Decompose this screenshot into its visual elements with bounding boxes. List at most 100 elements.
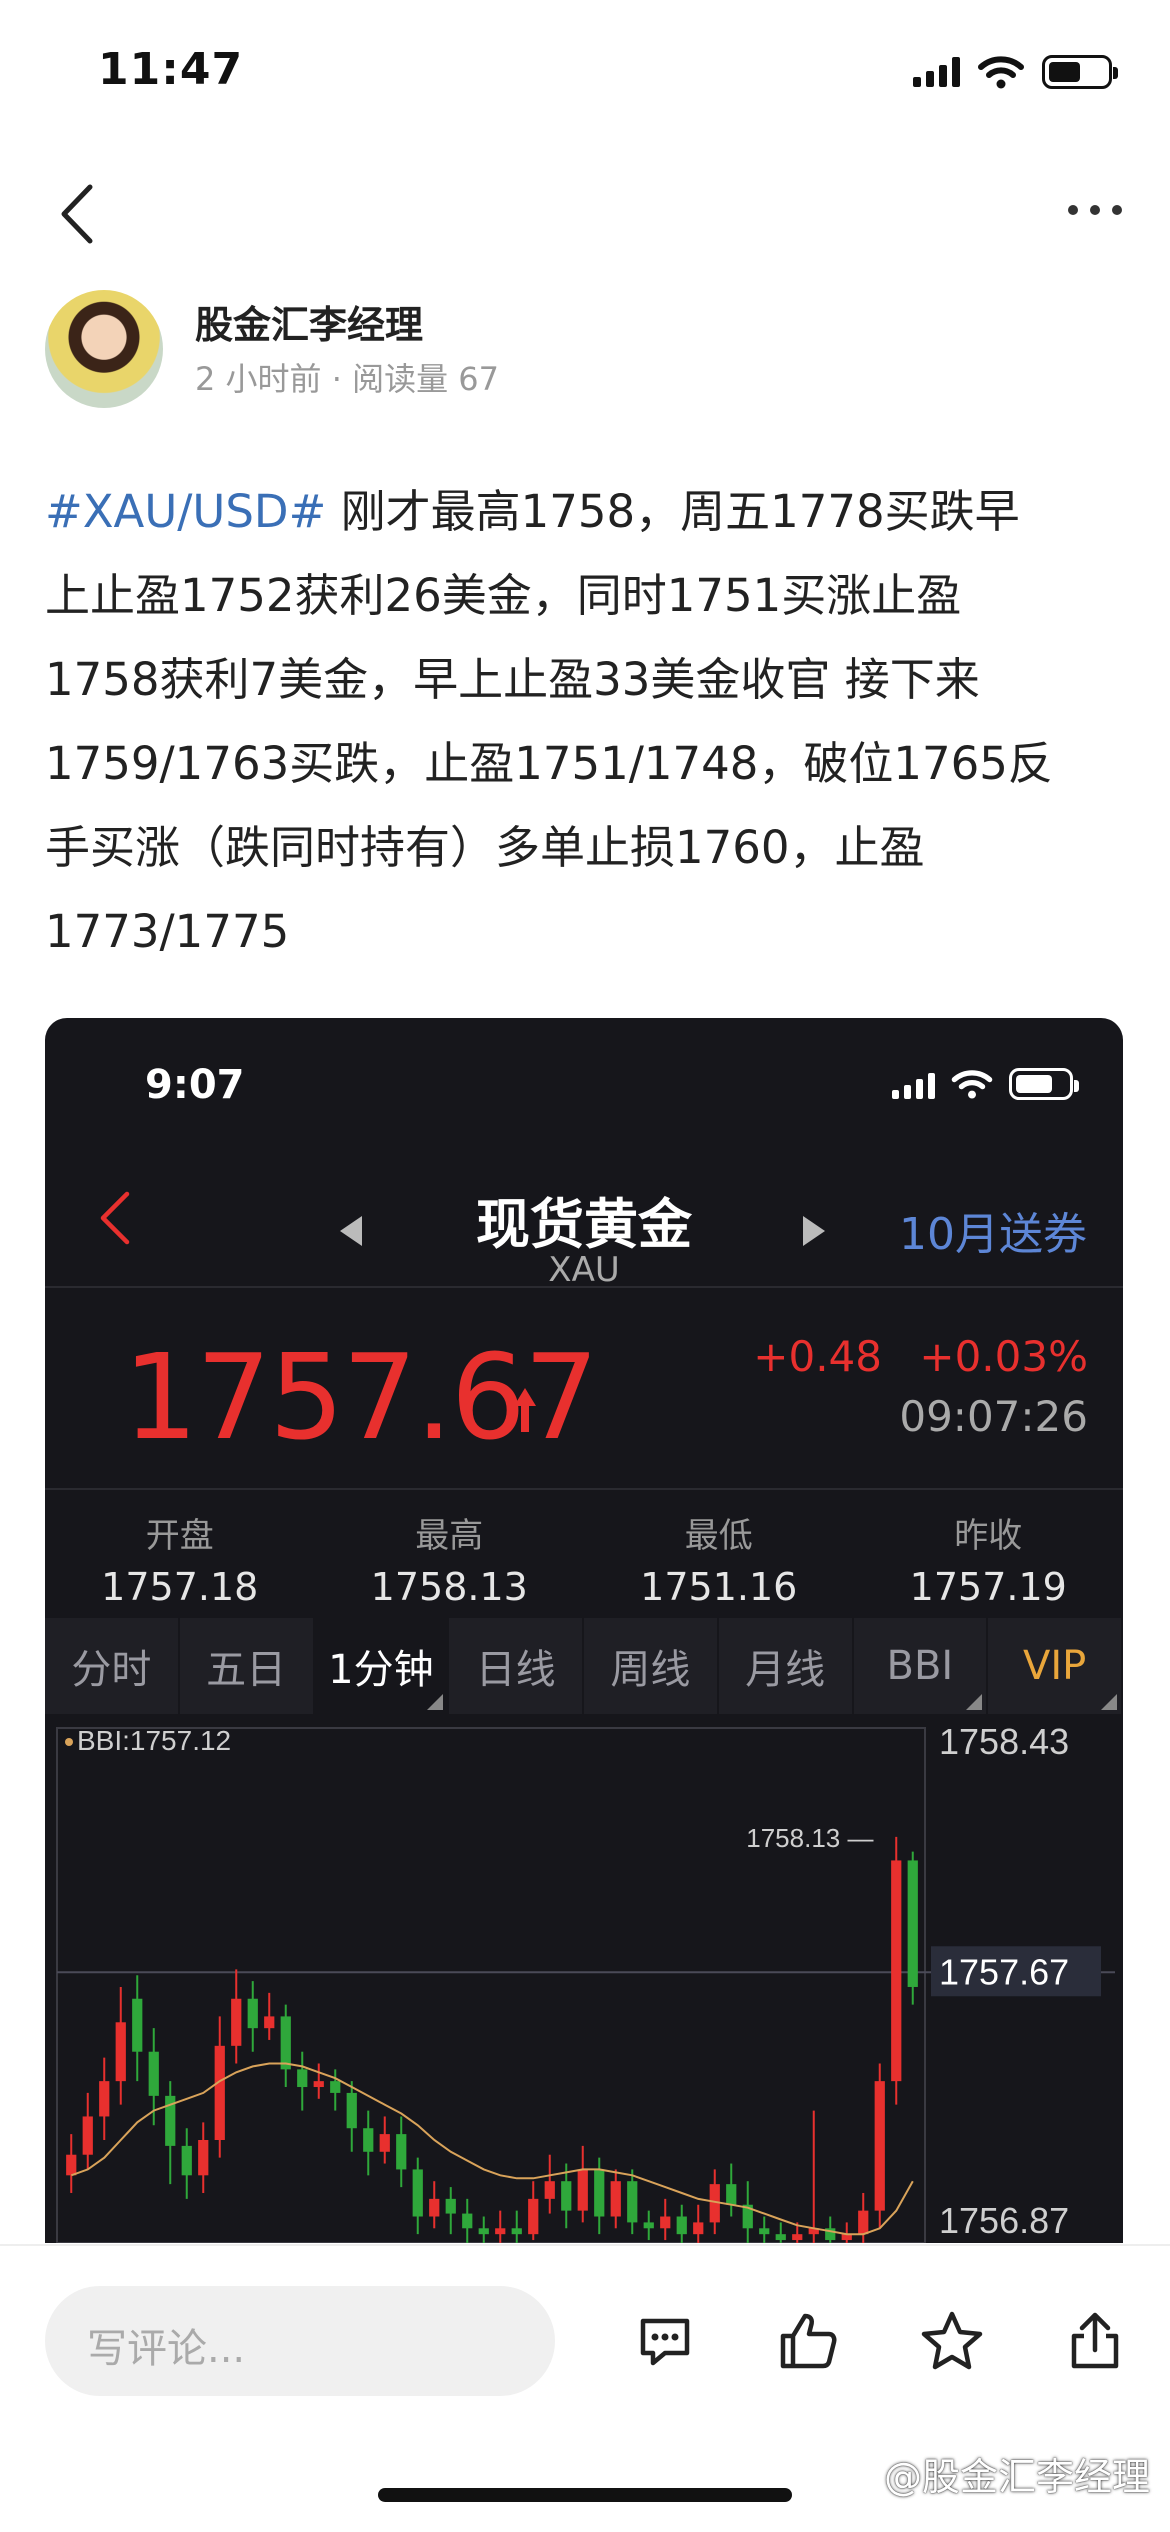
status-time: 11:47: [98, 44, 244, 95]
change-value: +0.48: [753, 1332, 883, 1381]
read-count: 67: [458, 360, 499, 398]
quote-time: 09:07:26: [899, 1392, 1088, 1441]
candle-body: [280, 2016, 291, 2070]
dropdown-corner-icon: [1101, 1694, 1117, 1710]
bbi-line: [70, 2062, 914, 2236]
tab-monthly[interactable]: 月线: [719, 1618, 854, 1714]
candle-body: [874, 2081, 885, 2211]
status-bar: 11:47: [0, 0, 1170, 150]
stat-label: 最低: [684, 1516, 753, 1556]
bottom-bar: 写评论... @股金汇李经理: [0, 2244, 1170, 2532]
candle-body: [379, 2134, 390, 2152]
candle-body: [577, 2169, 588, 2211]
stat-value: 1757.19: [909, 1565, 1067, 1609]
screenshot-time: 9:07: [145, 1062, 245, 1108]
price-panel: 1757.67 +0.48 +0.03% 09:07:26: [45, 1290, 1123, 1490]
next-symbol-icon[interactable]: [803, 1216, 825, 1246]
author-header: 股金汇李经理 2 小时前 · 阅读量 67: [45, 290, 1125, 415]
candle-body: [775, 2234, 786, 2241]
candle-body: [858, 2210, 869, 2235]
tab-1min[interactable]: 1分钟: [314, 1618, 450, 1714]
tab-five-day[interactable]: 五日: [180, 1618, 315, 1714]
promo-link[interactable]: 10月送券: [899, 1198, 1087, 1262]
candle-body: [297, 2069, 308, 2088]
tab-intraday[interactable]: 分时: [45, 1618, 180, 1714]
stat-high: 最高 1758.13: [315, 1492, 585, 1617]
chart-tabs: 分时 五日 1分钟 日线 周线 月线 BBI VIP: [45, 1618, 1123, 1714]
more-icon[interactable]: [1068, 205, 1122, 215]
candle-body: [82, 2116, 93, 2155]
battery-icon: [1009, 1068, 1079, 1100]
stat-value: 1757.18: [101, 1565, 259, 1609]
high-price-label: 1758.13 —: [746, 1823, 873, 1853]
candle-body: [561, 2181, 572, 2211]
stat-value: 1758.13: [370, 1565, 528, 1609]
tab-daily[interactable]: 日线: [449, 1618, 584, 1714]
stat-low: 最低 1751.16: [584, 1492, 854, 1617]
candle-body: [676, 2216, 687, 2235]
embedded-screenshot[interactable]: 9:07 现货黄金 XAU 10月送券 1757.67 +0.48 +0.03%…: [45, 1018, 1123, 2243]
tab-vip[interactable]: VIP: [988, 1618, 1123, 1714]
candle-body: [247, 1998, 258, 2029]
wifi-icon: [978, 56, 1024, 89]
comment-input[interactable]: 写评论...: [45, 2286, 555, 2396]
post-line: 1759/1763买跌，止盈1751/1748，破位1765反: [45, 737, 1053, 790]
candle-body: [594, 2169, 605, 2217]
stat-label: 开盘: [145, 1516, 214, 1556]
candle-body: [264, 2016, 275, 2029]
post-line: 1773/1775: [45, 905, 290, 958]
y-tick-label: 1756.87: [939, 2200, 1069, 2241]
stat-label: 最高: [415, 1516, 484, 1556]
candle-body: [445, 2198, 456, 2214]
post-time: 2 小时前: [195, 360, 322, 398]
hashtag-link[interactable]: #XAU/USD#: [45, 485, 326, 538]
favorite-icon[interactable]: [907, 2296, 997, 2386]
y-tick-label: 1758.43: [939, 1721, 1069, 1762]
candle-body: [544, 2181, 555, 2199]
candle-body: [99, 2081, 110, 2117]
candle-body: [346, 2092, 357, 2129]
candle-body: [891, 1860, 902, 2082]
tab-weekly[interactable]: 周线: [584, 1618, 719, 1714]
candle-body: [214, 2045, 225, 2140]
candle-body: [511, 2228, 522, 2235]
bbi-legend-label: BBI:1757.12: [77, 1725, 231, 1756]
candle-body: [148, 2051, 159, 2096]
top-nav: [0, 165, 1170, 265]
avatar[interactable]: [45, 290, 163, 408]
candle-body: [115, 2022, 126, 2082]
share-icon[interactable]: [1050, 2296, 1140, 2386]
candle-body: [132, 1998, 143, 2052]
stat-value: 1751.16: [640, 1565, 798, 1609]
bbi-legend-dot: [65, 1738, 73, 1746]
candle-body: [660, 2216, 671, 2229]
like-icon[interactable]: [763, 2296, 853, 2386]
stat-prev-close: 昨收 1757.19: [854, 1492, 1124, 1617]
candle-body: [429, 2198, 440, 2217]
comment-icon[interactable]: [620, 2296, 710, 2386]
tab-label: 1分钟: [328, 1647, 434, 1693]
author-name[interactable]: 股金汇李经理: [195, 294, 423, 349]
candle-body: [610, 2181, 621, 2217]
candle-body: [495, 2228, 506, 2235]
post-body: #XAU/USD# 刚才最高1758，周五1778买跌早 上止盈1752获利26…: [45, 470, 1125, 974]
post-line: 1758获利7美金，早上止盈33美金收官 接下来: [45, 653, 980, 706]
candle-body: [231, 1998, 242, 2046]
candle-body: [66, 2154, 77, 2176]
candle-body: [313, 2081, 324, 2088]
back-arrow-icon[interactable]: [50, 179, 110, 249]
candle-body: [198, 2140, 209, 2176]
post-line: 手买涨（跌同时持有）多单止损1760，止盈: [45, 821, 925, 874]
post-line: 上止盈1752获利26美金，同时1751买涨止盈: [45, 569, 962, 622]
dropdown-corner-icon: [966, 1694, 983, 1710]
candlestick-chart[interactable]: BBI:1757.12 1758.13 — 1758.43 1757.67 1756.8…: [45, 1714, 1123, 2243]
signal-icon: [913, 57, 960, 87]
home-indicator[interactable]: [378, 2488, 792, 2502]
stat-label: 昨收: [954, 1516, 1023, 1556]
candle-body: [759, 2228, 770, 2235]
candle-body: [478, 2228, 489, 2235]
status-icons: [913, 50, 1118, 94]
candle-body: [181, 2145, 192, 2176]
tab-bbi[interactable]: BBI: [854, 1618, 989, 1714]
battery-icon: [1042, 55, 1118, 89]
